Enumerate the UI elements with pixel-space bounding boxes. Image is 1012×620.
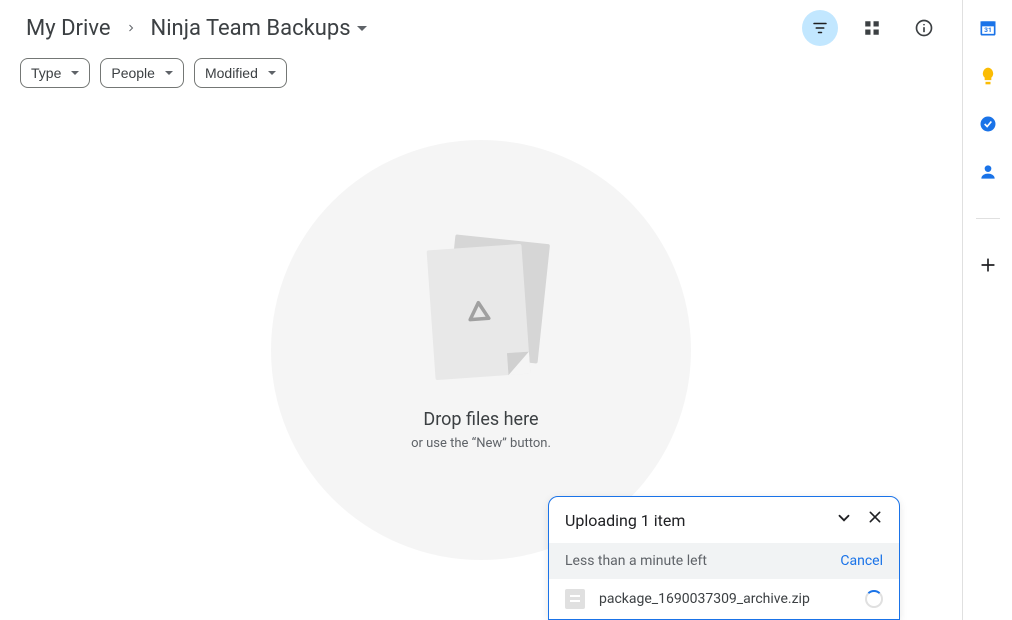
folder-name: Ninja Team Backups [151,16,351,41]
filter-modified[interactable]: Modified [194,58,287,88]
caret-down-icon [268,71,276,75]
chevron-right-icon [125,19,137,38]
filter-people[interactable]: People [100,58,184,88]
collapse-button[interactable] [835,509,853,531]
info-button[interactable] [906,10,942,46]
add-addon-button[interactable] [978,255,998,275]
close-button[interactable] [867,509,883,531]
upload-item[interactable]: package_1690037309_archive.zip [549,579,899,619]
spinner-icon [865,590,883,608]
filter-icon-button[interactable] [802,10,838,46]
upload-filename: package_1690037309_archive.zip [599,591,810,607]
upload-toast: Uploading 1 item Less than a minute left… [548,496,900,620]
grid-view-button[interactable] [854,10,890,46]
svg-text:31: 31 [984,26,992,34]
caret-down-icon [71,71,79,75]
contacts-icon[interactable] [978,162,998,182]
caret-down-icon [165,71,173,75]
upload-title: Uploading 1 item [565,511,685,530]
file-icon [565,589,585,609]
caret-down-icon [357,26,367,31]
upload-toast-header: Uploading 1 item [549,497,899,543]
filter-chips: Type People Modified [0,56,962,100]
file-stack-icon [421,239,541,389]
filter-type[interactable]: Type [20,58,90,88]
breadcrumb: My Drive Ninja Team Backups [0,0,962,56]
side-panel: 31 [962,0,1012,620]
drop-subtitle: or use the “New” button. [411,436,551,451]
filter-type-label: Type [31,65,61,81]
filter-people-label: People [111,65,155,81]
breadcrumb-current[interactable]: Ninja Team Backups [145,12,373,45]
filter-modified-label: Modified [205,65,258,81]
upload-status-row: Less than a minute left Cancel [549,543,899,579]
calendar-icon[interactable]: 31 [978,18,998,38]
upload-status: Less than a minute left [565,553,707,569]
divider [976,218,1000,219]
breadcrumb-root[interactable]: My Drive [20,12,117,45]
keep-icon[interactable] [978,66,998,86]
cancel-upload-button[interactable]: Cancel [840,553,883,569]
tasks-icon[interactable] [978,114,998,134]
drop-title: Drop files here [423,409,538,430]
